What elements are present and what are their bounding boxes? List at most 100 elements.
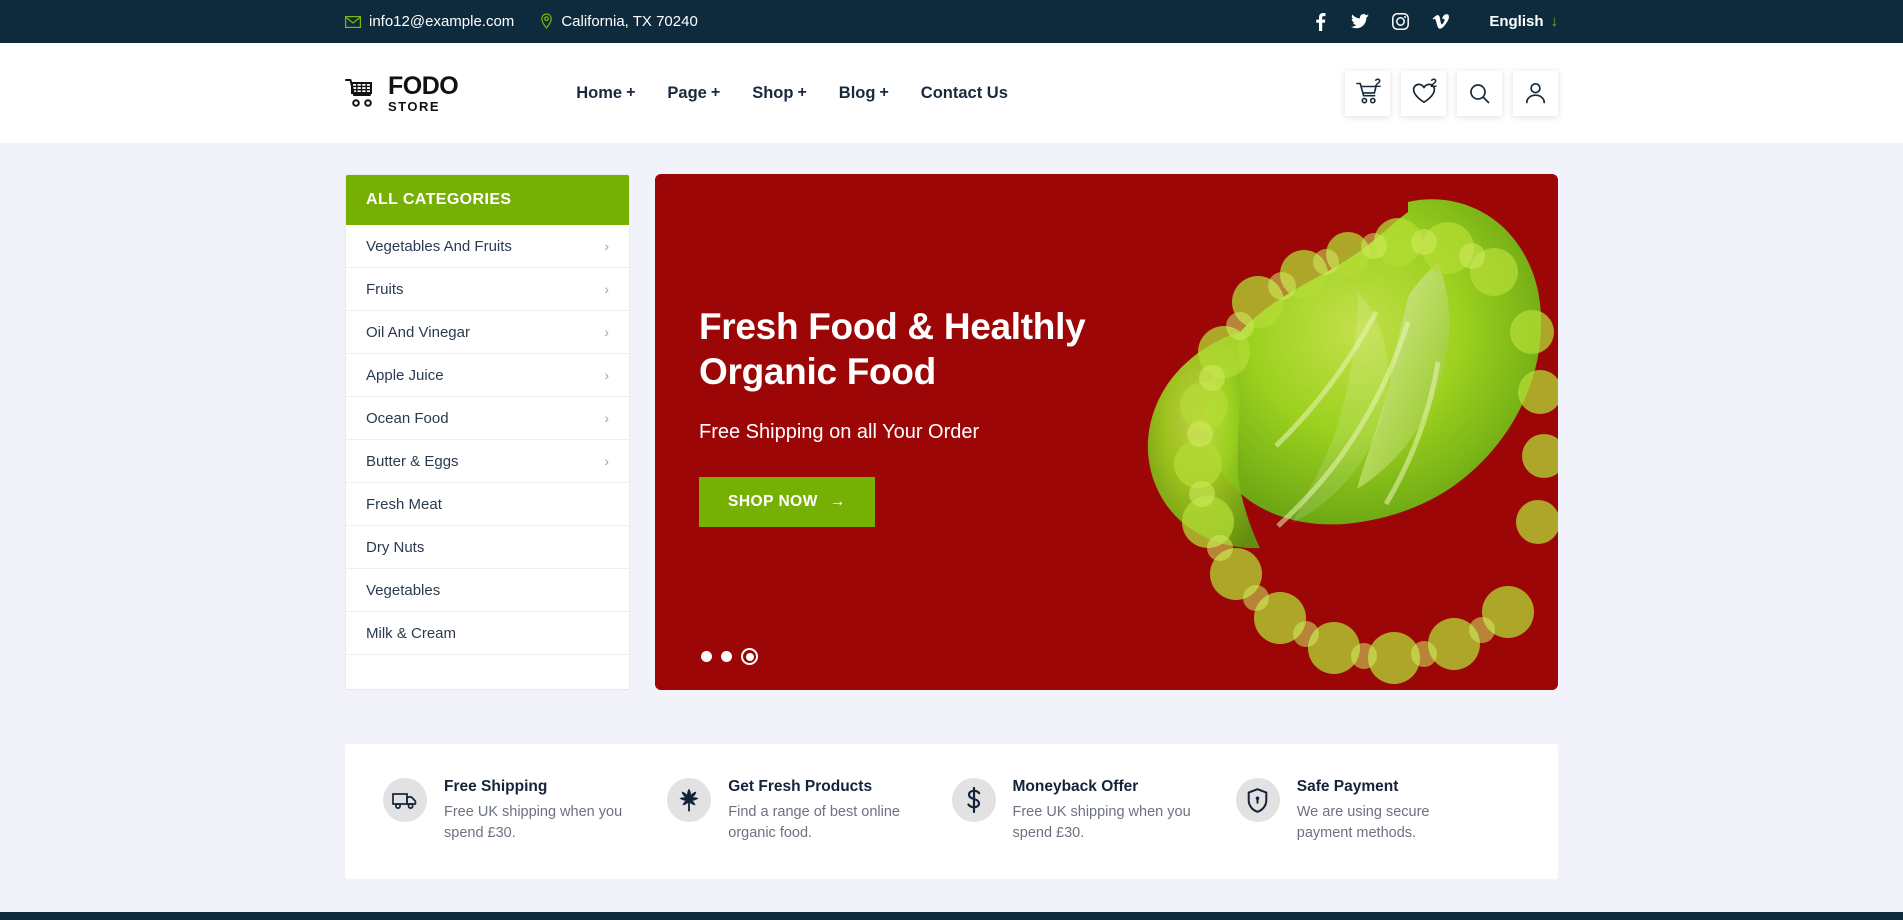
language-selector[interactable]: English ↓ [1489, 13, 1558, 30]
category-label: Oil And Vinegar [366, 323, 470, 341]
feature-text: Free Shipping Free UK shipping when you … [444, 778, 634, 843]
logo-main-text: FODO [388, 71, 459, 100]
category-item-butter-and-eggs[interactable]: Butter & Eggs › [346, 440, 629, 483]
map-pin-icon [540, 13, 553, 30]
feature-title: Free Shipping [444, 778, 548, 795]
nav-label-home: Home [576, 83, 623, 102]
facebook-icon[interactable] [1311, 12, 1329, 31]
top-bar: info12@example.com California, TX 70240 [0, 0, 1903, 43]
topbar-contact-group: info12@example.com California, TX 70240 [345, 13, 698, 30]
wishlist-button[interactable]: 2 [1401, 70, 1446, 116]
carousel-dot-1[interactable] [701, 651, 712, 662]
nav-item-contact-us[interactable]: Contact Us [921, 84, 1008, 103]
category-label: Butter & Eggs [366, 452, 459, 470]
category-item-ocean-food[interactable]: Ocean Food › [346, 397, 629, 440]
category-item-fresh-meat[interactable]: Fresh Meat [346, 483, 629, 526]
leaf-icon [667, 778, 712, 822]
topbar-location-text: California, TX 70240 [561, 13, 698, 30]
shopping-cart-logo-icon [345, 78, 379, 108]
hero-title-line1: Fresh Food & Healthly [699, 306, 1086, 347]
category-item-vegetables[interactable]: Vegetables [346, 569, 629, 612]
nav-label-page: Page [667, 83, 707, 102]
plus-icon: + [710, 84, 721, 101]
feature-moneyback-offer: Moneyback Offer Free UK shipping when yo… [951, 778, 1236, 843]
nav-label-shop: Shop [752, 83, 794, 102]
nav-label-blog: Blog [838, 83, 876, 102]
chevron-right-icon: › [604, 367, 609, 383]
nav-item-blog[interactable]: Blog + [839, 84, 889, 103]
chevron-right-icon: › [604, 324, 609, 340]
nav-item-page[interactable]: Page + [667, 84, 720, 103]
categories-sidebar: ALL CATEGORIES Vegetables And Fruits › F… [345, 174, 630, 690]
feature-desc: We are using secure payment methods. [1296, 804, 1430, 841]
plus-icon: + [879, 84, 889, 101]
truck-icon [383, 778, 427, 822]
plus-icon: + [626, 84, 636, 101]
category-label: Fruits [366, 280, 404, 298]
category-item-dry-nuts[interactable]: Dry Nuts [346, 526, 629, 569]
category-item-apple-juice[interactable]: Apple Juice › [346, 354, 629, 397]
user-icon [1525, 82, 1546, 104]
logo-text: FODO STORE [388, 71, 459, 113]
feature-get-fresh-products: Get Fresh Products Find a range of best … [667, 778, 951, 843]
chevron-right-icon: › [604, 453, 609, 469]
lettuce-illustration [1147, 199, 1558, 684]
feature-title: Safe Payment [1296, 778, 1399, 795]
hero-banner: Fresh Food & Healthly Organic Food Free … [655, 174, 1558, 690]
hero-copy: Fresh Food & Healthly Organic Food Free … [699, 304, 1086, 528]
main-navigation: Home + Page + Shop + Blog + Contact Us [576, 84, 1008, 103]
instagram-icon[interactable] [1391, 13, 1409, 31]
feature-desc: Free UK shipping when you spend £30. [1012, 804, 1191, 841]
topbar-location[interactable]: California, TX 70240 [540, 13, 698, 30]
category-item-oil-and-vinegar[interactable]: Oil And Vinegar › [346, 311, 629, 354]
category-item-vegetables-and-fruits[interactable]: Vegetables And Fruits › [346, 225, 629, 268]
language-label: English [1489, 13, 1544, 30]
topbar-email-text: info12@example.com [369, 13, 515, 30]
vimeo-icon[interactable] [1431, 13, 1449, 31]
category-label: Ocean Food [366, 409, 449, 427]
feature-text: Get Fresh Products Find a range of best … [728, 778, 918, 843]
category-label: Dry Nuts [366, 538, 425, 556]
hero-title-line2: Organic Food [699, 351, 936, 393]
cart-button[interactable]: 2 [1345, 70, 1390, 116]
footer-strip [0, 912, 1903, 920]
chevron-right-icon: › [604, 281, 609, 297]
envelope-icon [345, 15, 361, 28]
nav-item-shop[interactable]: Shop + [752, 84, 807, 103]
twitter-icon[interactable] [1351, 13, 1370, 31]
categories-header: ALL CATEGORIES [346, 175, 629, 225]
feature-safe-payment: Safe Payment We are using secure payment… [1235, 778, 1520, 843]
arrow-down-icon: ↓ [1550, 13, 1559, 30]
category-item-fruits[interactable]: Fruits › [346, 268, 629, 311]
nav-item-home[interactable]: Home + [576, 84, 635, 103]
chevron-right-icon: › [604, 238, 609, 254]
carousel-dot-2[interactable] [721, 651, 732, 662]
category-label: Vegetables And Fruits [366, 237, 512, 255]
header-actions: 2 2 [1345, 70, 1558, 116]
feature-title: Moneyback Offer [1012, 778, 1139, 795]
arrow-right-icon: → [829, 493, 846, 511]
category-label: Fresh Meat [366, 495, 442, 513]
category-item-milk-and-cream[interactable]: Milk & Cream [346, 612, 629, 655]
search-button[interactable] [1457, 70, 1502, 116]
logo[interactable]: FODO STORE [345, 71, 459, 113]
hero-row: ALL CATEGORIES Vegetables And Fruits › F… [345, 143, 1558, 690]
topbar-email[interactable]: info12@example.com [345, 13, 514, 30]
category-label: Apple Juice [366, 366, 444, 384]
shop-now-button[interactable]: SHOP NOW → [699, 477, 875, 528]
carousel-dot-3-active[interactable] [741, 648, 758, 665]
shield-lock-icon [1235, 778, 1280, 822]
search-icon [1469, 83, 1490, 104]
carousel-dots [701, 648, 758, 665]
category-label: Vegetables [366, 581, 441, 599]
feature-text: Moneyback Offer Free UK shipping when yo… [1013, 778, 1203, 843]
shop-now-label: SHOP NOW [728, 493, 818, 511]
dollar-icon [951, 778, 996, 822]
hero-title: Fresh Food & Healthly Organic Food [699, 304, 1086, 394]
features-bar: Free Shipping Free UK shipping when you … [345, 744, 1558, 879]
wishlist-badge: 2 [1430, 75, 1437, 90]
account-button[interactable] [1513, 70, 1558, 116]
site-header: FODO STORE Home + Page + Shop + Blog + C… [0, 43, 1903, 143]
feature-free-shipping: Free Shipping Free UK shipping when you … [383, 778, 667, 843]
topbar-social-group: English ↓ [1311, 12, 1558, 31]
